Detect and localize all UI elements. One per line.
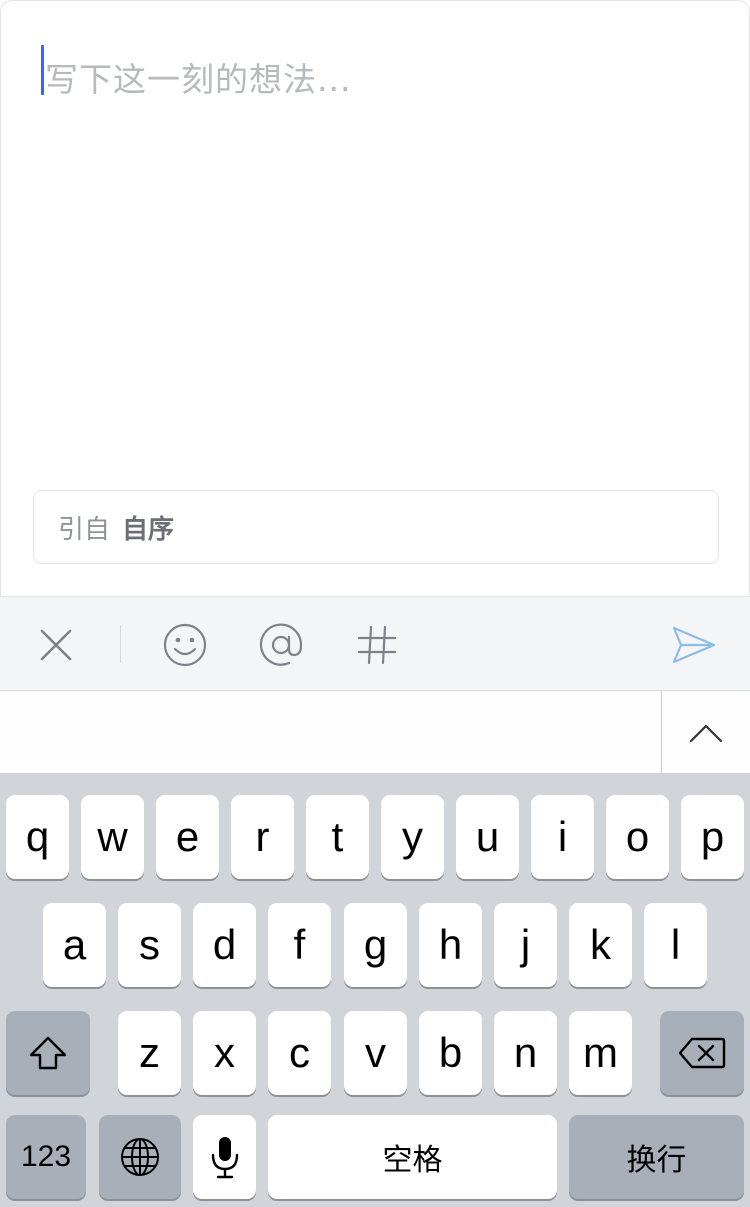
delete-key[interactable] <box>660 1011 744 1095</box>
key-f[interactable]: f <box>268 903 331 987</box>
mention-button[interactable] <box>256 597 306 692</box>
key-z[interactable]: z <box>118 1011 181 1095</box>
quote-source-box[interactable]: 引自 自序 <box>33 490 719 564</box>
emoji-button[interactable] <box>160 597 210 692</box>
space-key[interactable]: 空格 <box>268 1115 557 1199</box>
key-d[interactable]: d <box>193 903 256 987</box>
return-key[interactable]: 换行 <box>569 1115 744 1199</box>
key-n[interactable]: n <box>494 1011 557 1095</box>
shift-icon <box>29 1036 67 1070</box>
key-w[interactable]: w <box>81 795 144 879</box>
key-l[interactable]: l <box>644 903 707 987</box>
compose-sheet: 写下这一刻的想法... 引自 自序 <box>0 0 750 596</box>
key-b[interactable]: b <box>419 1011 482 1095</box>
key-i[interactable]: i <box>531 795 594 879</box>
key-q[interactable]: q <box>6 795 69 879</box>
text-caret <box>41 45 44 95</box>
key-h[interactable]: h <box>419 903 482 987</box>
hashtag-icon <box>357 625 397 664</box>
key-a[interactable]: a <box>43 903 106 987</box>
send-button[interactable] <box>670 597 718 692</box>
hashtag-button[interactable] <box>352 597 402 692</box>
key-c[interactable]: c <box>268 1011 331 1095</box>
key-g[interactable]: g <box>344 903 407 987</box>
shift-key[interactable] <box>6 1011 90 1095</box>
key-e[interactable]: e <box>156 795 219 879</box>
key-x[interactable]: x <box>193 1011 256 1095</box>
numbers-key[interactable]: 123 <box>6 1115 86 1199</box>
key-k[interactable]: k <box>569 903 632 987</box>
chevron-up-icon <box>689 724 723 742</box>
toolbar-divider <box>120 625 121 663</box>
key-u[interactable]: u <box>456 795 519 879</box>
key-m[interactable]: m <box>569 1011 632 1095</box>
key-j[interactable]: j <box>494 903 557 987</box>
globe-icon <box>121 1138 159 1176</box>
keyboard: q w e r t y u i o p a s d f g h j k l z … <box>0 774 750 1207</box>
post-text-input[interactable]: 写下这一刻的想法... <box>45 53 351 101</box>
backspace-icon <box>678 1037 726 1069</box>
quote-prefix-label: 引自 <box>58 514 111 545</box>
compose-toolbar <box>0 596 750 691</box>
key-o[interactable]: o <box>606 795 669 879</box>
close-button[interactable] <box>30 597 82 692</box>
quote-source-title: 自序 <box>122 514 175 545</box>
key-r[interactable]: r <box>231 795 294 879</box>
mention-icon <box>259 623 303 666</box>
key-p[interactable]: p <box>681 795 744 879</box>
expand-suggestions-button[interactable] <box>662 691 750 774</box>
emoji-icon <box>163 623 207 666</box>
send-icon <box>672 626 716 663</box>
key-v[interactable]: v <box>344 1011 407 1095</box>
keyboard-suggestion-bar <box>0 691 750 774</box>
microphone-icon <box>211 1137 238 1179</box>
globe-key[interactable] <box>99 1115 181 1199</box>
key-t[interactable]: t <box>306 795 369 879</box>
close-icon <box>40 629 72 660</box>
key-y[interactable]: y <box>381 795 444 879</box>
key-s[interactable]: s <box>118 903 181 987</box>
microphone-key[interactable] <box>193 1115 256 1199</box>
